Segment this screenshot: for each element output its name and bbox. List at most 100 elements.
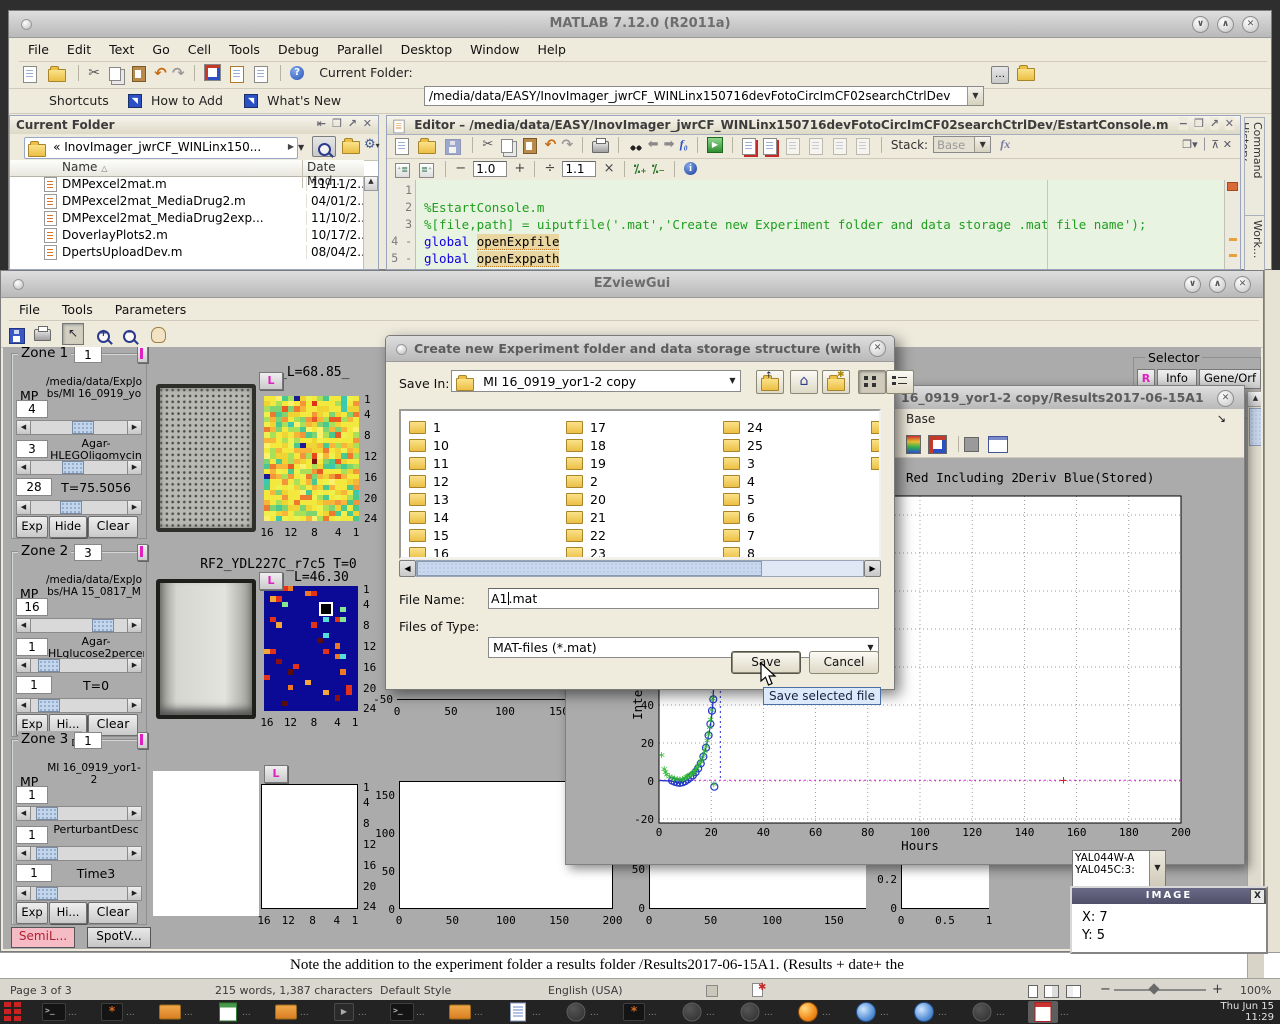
- redo-icon[interactable]: ↷: [172, 64, 185, 82]
- popout-icon[interactable]: ↗: [348, 117, 357, 130]
- print-icon[interactable]: [592, 141, 609, 153]
- run-icon[interactable]: ▶: [707, 137, 723, 153]
- gene-listbox[interactable]: YAL044W-A YAL045C:3: ▼: [1072, 850, 1166, 888]
- menu-debug[interactable]: Debug: [269, 39, 328, 60]
- zone3-heatmap-empty[interactable]: [261, 784, 358, 909]
- function-icon[interactable]: f₀: [680, 137, 688, 152]
- editor-scrollbar[interactable]: [1224, 180, 1240, 269]
- zone-slider[interactable]: ◀▶: [16, 846, 142, 861]
- slider-right-arrow-icon[interactable]: ▶: [127, 887, 141, 900]
- file-name[interactable]: DMPexcel2mat_MediaDrug2.m: [62, 194, 246, 208]
- results-close-icon[interactable]: ✕: [1217, 390, 1234, 407]
- zone-index-field[interactable]: [74, 732, 102, 749]
- current-folder-panel-header[interactable]: Current Folder ⇤ ❒ ↗ ✕: [10, 116, 378, 135]
- zoom-slider-thumb[interactable]: [1148, 983, 1159, 994]
- slider-thumb[interactable]: [36, 807, 58, 820]
- cut-icon[interactable]: ✂: [482, 137, 493, 152]
- status-language[interactable]: English (USA): [548, 984, 623, 997]
- copy-icon[interactable]: [109, 67, 121, 81]
- ezview-menu-parameters[interactable]: Parameters: [105, 299, 199, 320]
- writer-scrollbar[interactable]: [1247, 953, 1264, 979]
- folder-item[interactable]: 10: [409, 435, 449, 451]
- file-row[interactable]: DoverlayPlots2.m10/17/2...: [10, 227, 364, 244]
- folder-item[interactable]: 23: [566, 543, 606, 559]
- slider-thumb[interactable]: [36, 887, 58, 900]
- folder-item[interactable]: 22: [566, 525, 606, 541]
- copy-icon[interactable]: [501, 139, 513, 153]
- folder-item-clipped[interactable]: [871, 435, 881, 451]
- zone-row2-field[interactable]: [16, 440, 48, 458]
- editor-minimize-icon[interactable]: −: [1179, 117, 1188, 130]
- menu-help[interactable]: Help: [528, 39, 575, 60]
- folder-item-clipped[interactable]: [871, 453, 881, 469]
- slider-right-arrow-icon[interactable]: ▶: [127, 501, 141, 514]
- folder-item[interactable]: 18: [566, 435, 606, 451]
- slider-left-arrow-icon[interactable]: ◀: [17, 807, 31, 820]
- pin-icon[interactable]: [137, 544, 148, 561]
- print-figure-icon[interactable]: [34, 329, 51, 341]
- address-bar[interactable]: « InovImager_jwrCF_WINLinx150... ▶: [24, 137, 298, 159]
- zone-slider[interactable]: ◀▶: [16, 618, 142, 633]
- view-single-page-icon[interactable]: [1028, 985, 1038, 998]
- go-forward-icon[interactable]: ➡: [664, 137, 675, 152]
- folder-item-clipped[interactable]: [871, 417, 881, 433]
- paste-icon[interactable]: [523, 138, 537, 154]
- breakpoint-set-icon[interactable]: [742, 138, 756, 155]
- zone1-label-button[interactable]: L: [259, 372, 283, 390]
- comment-percent-remove-icon[interactable]: ⁒₋: [652, 162, 665, 176]
- clock[interactable]: Thu Jun 15 11:29: [1221, 1001, 1275, 1023]
- status-words[interactable]: 215 words, 1,387 characters: [215, 984, 373, 997]
- maximize-button[interactable]: ∧: [1209, 276, 1226, 293]
- slider-left-arrow-icon[interactable]: ◀: [17, 619, 31, 632]
- scroll-up-icon[interactable]: ▲: [364, 176, 378, 191]
- taskbar-item-app[interactable]: [680, 1001, 704, 1023]
- profiler-icon[interactable]: [254, 66, 268, 83]
- slider-left-arrow-icon[interactable]: ◀: [17, 887, 31, 900]
- dock-icon[interactable]: ↘: [1217, 412, 1226, 425]
- image-window-titlebar[interactable]: IMAGE X: [1072, 888, 1266, 904]
- vscroll-thumb[interactable]: [1249, 408, 1261, 446]
- dialog-menu-icon[interactable]: [396, 344, 407, 355]
- menu-tools[interactable]: Tools: [220, 39, 269, 60]
- plot-b-fragment[interactable]: [649, 865, 866, 909]
- status-page[interactable]: Page 3 of 3: [10, 984, 72, 997]
- taskbar-item-calc[interactable]: [216, 1001, 240, 1023]
- file-name[interactable]: DoverlayPlots2.m: [62, 228, 168, 242]
- cut-icon[interactable]: ✂: [88, 65, 100, 81]
- spotview-button[interactable]: SpotV...: [87, 927, 151, 948]
- app-launcher-icon[interactable]: [2, 1002, 24, 1022]
- stack-combobox[interactable]: Base ▼: [933, 136, 991, 153]
- folder-item[interactable]: 1: [409, 417, 441, 433]
- folder-item[interactable]: 3: [723, 453, 755, 469]
- folder-item[interactable]: 20: [566, 489, 606, 505]
- save-in-combobox[interactable]: MI 16_0919_yor1-2 copy ▼: [451, 370, 741, 392]
- zone2-heatmap[interactable]: [264, 586, 358, 711]
- folder-item[interactable]: 7: [723, 525, 755, 541]
- ezview-menu-file[interactable]: File: [9, 299, 52, 320]
- taskbar-item-media[interactable]: ▶: [332, 1001, 356, 1023]
- menu-window[interactable]: Window: [461, 39, 528, 60]
- slider-thumb[interactable]: [92, 619, 114, 632]
- zone-slider[interactable]: ◀▶: [16, 500, 142, 515]
- status-zoom-percent[interactable]: 100%: [1240, 984, 1271, 997]
- gene-dropdown-icon[interactable]: ▼: [1149, 851, 1165, 887]
- undo-icon[interactable]: ↶: [545, 137, 557, 153]
- run-to-cursor-icon[interactable]: [856, 138, 870, 155]
- restore-icon[interactable]: ❒: [332, 117, 342, 130]
- slider-right-arrow-icon[interactable]: ▶: [127, 619, 141, 632]
- breakpoint-clear-icon[interactable]: [763, 138, 777, 155]
- plot-c-fragment[interactable]: [901, 865, 989, 909]
- redo-icon[interactable]: ↷: [561, 137, 573, 153]
- status-style[interactable]: Default Style: [380, 984, 451, 997]
- exp-button[interactable]: Exp: [16, 902, 48, 924]
- taskbar-item-doc[interactable]: [506, 1001, 530, 1023]
- folder-item[interactable]: 4: [723, 471, 755, 487]
- taskbar-item-spark[interactable]: *: [100, 1001, 124, 1023]
- slider-right-arrow-icon[interactable]: ▶: [127, 461, 141, 474]
- address-dropdown-icon[interactable]: ▼: [298, 143, 304, 152]
- outdent-icon[interactable]: ≣⁺: [419, 163, 434, 178]
- taskbar-item-folder[interactable]: [448, 1001, 472, 1023]
- zone2-label-button[interactable]: L: [259, 572, 283, 590]
- file-row[interactable]: DMPexcel2mat_MediaDrug2exp...11/10/2...: [10, 210, 364, 227]
- code-line[interactable]: global openExppath: [424, 251, 559, 266]
